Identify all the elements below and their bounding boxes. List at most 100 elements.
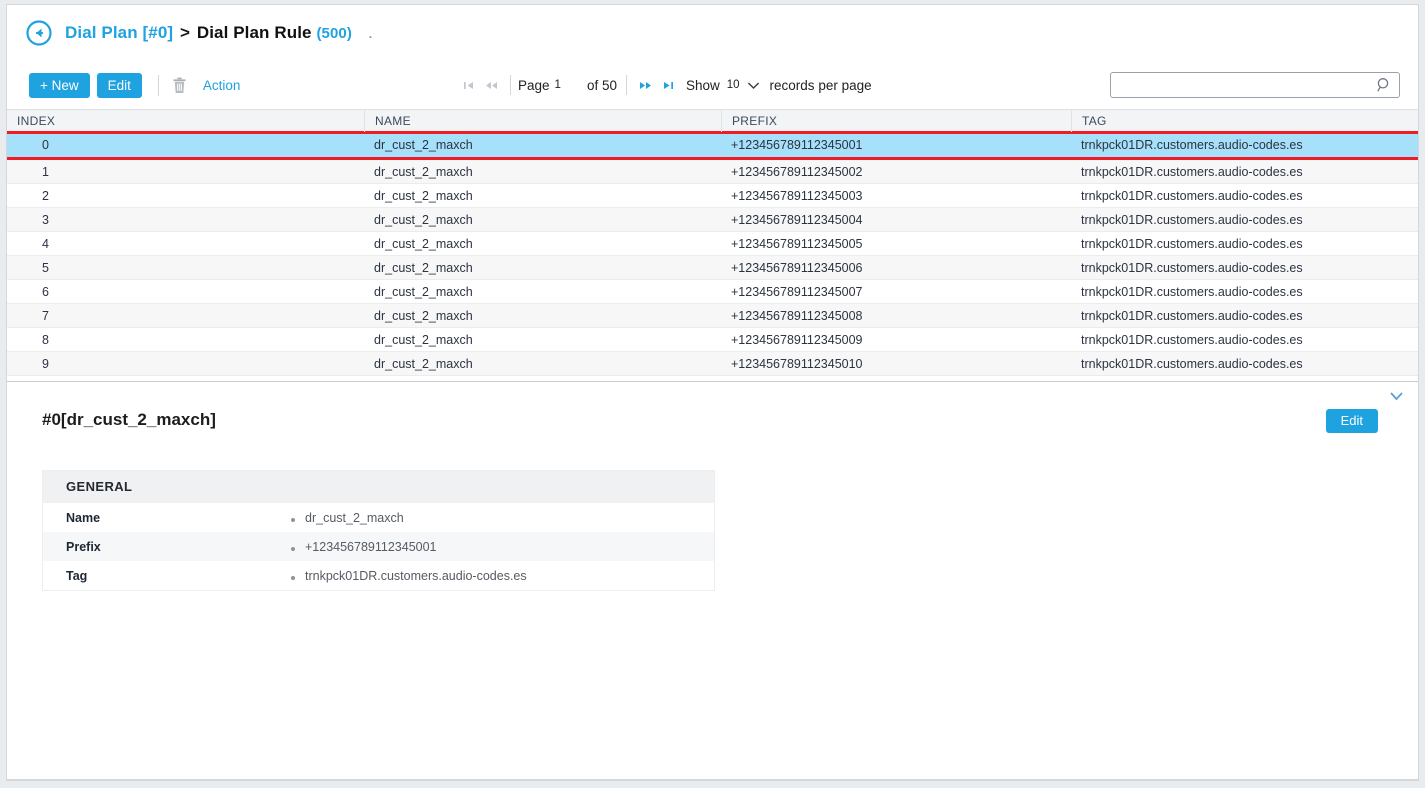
general-field-row: Tag trnkpck01DR.customers.audio-codes.es xyxy=(43,561,714,590)
detail-panel: #0[dr_cust_2_maxch] Edit GENERAL Name dr_… xyxy=(7,382,1418,591)
cell-tag: trnkpck01DR.customers.audio-codes.es xyxy=(1081,138,1303,152)
breadcrumb: Dial Plan [#0] > Dial Plan Rule (500) . xyxy=(7,5,1418,61)
cell-prefix: +123456789112345010 xyxy=(731,356,863,371)
cell-tag: trnkpck01DR.customers.audio-codes.es xyxy=(1081,188,1303,203)
application-panel: Dial Plan [#0] > Dial Plan Rule (500) . … xyxy=(6,4,1419,781)
search-box xyxy=(1110,72,1400,98)
chevron-down-icon[interactable] xyxy=(1389,388,1404,406)
general-field-row: Name dr_cust_2_maxch xyxy=(43,503,714,532)
breadcrumb-separator: > xyxy=(179,23,191,42)
prev-page-icon[interactable] xyxy=(484,80,499,91)
search-icon[interactable] xyxy=(1376,77,1392,98)
cell-index: 0 xyxy=(42,138,49,152)
general-field-value: trnkpck01DR.customers.audio-codes.es xyxy=(291,569,527,583)
cell-prefix: +123456789112345005 xyxy=(731,236,863,251)
last-page-icon[interactable] xyxy=(661,80,674,91)
general-field-label: Tag xyxy=(66,568,88,583)
general-field-value: +123456789112345001 xyxy=(291,540,437,554)
detail-title: #0[dr_cust_2_maxch] xyxy=(42,410,216,429)
general-card: GENERAL Name dr_cust_2_maxch Prefix +123456… xyxy=(42,470,715,591)
cell-tag: trnkpck01DR.customers.audio-codes.es xyxy=(1081,260,1303,275)
cell-tag: trnkpck01DR.customers.audio-codes.es xyxy=(1081,332,1303,347)
column-header-tag[interactable]: TAG xyxy=(1071,109,1418,132)
cell-index: 2 xyxy=(42,188,49,203)
table-header-row: INDEX NAME PREFIX TAG xyxy=(7,109,1418,132)
column-header-index[interactable]: INDEX xyxy=(7,110,364,132)
records-per-page-label: records per page xyxy=(769,77,872,93)
cell-name: dr_cust_2_maxch xyxy=(374,212,473,227)
pager-divider-left xyxy=(510,75,511,95)
cell-index: 1 xyxy=(42,164,49,179)
page-number[interactable]: 1 xyxy=(555,79,561,91)
table-row[interactable]: 5 dr_cust_2_maxch +123456789112345006 trnkp… xyxy=(7,256,1418,280)
new-button[interactable]: + New xyxy=(29,72,90,98)
table-row[interactable]: 6 dr_cust_2_maxch +123456789112345007 trnkp… xyxy=(7,280,1418,304)
table-row[interactable]: 3 dr_cust_2_maxch +123456789112345004 trnkp… xyxy=(7,208,1418,232)
table-row[interactable]: 9 dr_cust_2_maxch +123456789112345010 trnkp… xyxy=(7,352,1418,376)
records-table: INDEX NAME PREFIX TAG 0 dr_cust_2_maxch +1… xyxy=(7,109,1418,376)
cell-prefix: +123456789112345008 xyxy=(731,308,863,323)
table-row[interactable]: 1 dr_cust_2_maxch +123456789112345002 trnkp… xyxy=(7,160,1418,184)
general-card-body: Name dr_cust_2_maxch Prefix +12345678911234… xyxy=(43,503,714,590)
general-field-label: Name xyxy=(66,510,101,525)
cell-index: 9 xyxy=(42,356,49,371)
table-row[interactable]: 7 dr_cust_2_maxch +123456789112345008 trnkp… xyxy=(7,304,1418,328)
general-field-row: Prefix +123456789112345001 xyxy=(43,532,714,561)
cell-name: dr_cust_2_maxch xyxy=(374,260,473,275)
cell-name: dr_cust_2_maxch xyxy=(374,308,473,323)
cell-name: dr_cust_2_maxch xyxy=(374,356,473,371)
cell-index: 7 xyxy=(42,308,49,323)
cell-prefix: +123456789112345004 xyxy=(731,212,863,227)
table-toolbar: + New Edit Action Page 1 of 50 Show 10 r… xyxy=(7,61,1418,109)
general-field-label: Prefix xyxy=(66,539,101,554)
page-size-value[interactable]: 10 xyxy=(727,79,740,91)
table-row[interactable]: 0 dr_cust_2_maxch +123456789112345001 trnkp… xyxy=(7,131,1418,160)
cell-index: 6 xyxy=(42,284,49,299)
pager-divider-right xyxy=(625,75,627,95)
table-row[interactable]: 2 dr_cust_2_maxch +123456789112345003 trnkp… xyxy=(7,184,1418,208)
column-header-prefix[interactable]: PREFIX xyxy=(721,109,1071,132)
cell-prefix: +123456789112345001 xyxy=(731,138,863,152)
search-input[interactable] xyxy=(1110,72,1400,98)
cell-tag: trnkpck01DR.customers.audio-codes.es xyxy=(1081,164,1303,179)
table-row[interactable]: 4 dr_cust_2_maxch +123456789112345005 trnkp… xyxy=(7,232,1418,256)
cell-prefix: +123456789112345002 xyxy=(731,164,863,179)
first-page-icon[interactable] xyxy=(463,80,476,91)
cell-tag: trnkpck01DR.customers.audio-codes.es xyxy=(1081,236,1303,251)
cell-index: 8 xyxy=(42,332,49,347)
chevron-down-icon[interactable] xyxy=(747,81,760,90)
cell-tag: trnkpck01DR.customers.audio-codes.es xyxy=(1081,284,1303,299)
pagination-controls: Page 1 of 50 Show 10 records per page xyxy=(459,61,872,109)
general-card-header: GENERAL xyxy=(43,471,714,503)
edit-button[interactable]: Edit xyxy=(96,72,142,98)
circle-back-arrow-icon[interactable] xyxy=(25,19,53,47)
trash-icon[interactable] xyxy=(172,77,187,94)
cell-prefix: +123456789112345006 xyxy=(731,260,863,275)
cell-prefix: +123456789112345007 xyxy=(731,284,863,299)
breadcrumb-current: Dial Plan Rule xyxy=(196,23,312,42)
detail-edit-button[interactable]: Edit xyxy=(1325,409,1378,433)
breadcrumb-record-count: (500) xyxy=(316,25,352,42)
column-header-name[interactable]: NAME xyxy=(364,109,721,132)
action-link[interactable]: Action xyxy=(203,78,241,93)
cell-index: 3 xyxy=(42,212,49,227)
cell-tag: trnkpck01DR.customers.audio-codes.es xyxy=(1081,308,1303,323)
cell-tag: trnkpck01DR.customers.audio-codes.es xyxy=(1081,356,1303,371)
cell-name: dr_cust_2_maxch xyxy=(374,188,473,203)
toolbar-divider xyxy=(157,74,159,96)
cell-prefix: +123456789112345009 xyxy=(731,332,863,347)
cell-tag: trnkpck01DR.customers.audio-codes.es xyxy=(1081,212,1303,227)
breadcrumb-trailing-dot: . xyxy=(368,27,373,41)
cell-name: dr_cust_2_maxch xyxy=(374,236,473,251)
show-label: Show xyxy=(685,77,720,93)
cell-name: dr_cust_2_maxch xyxy=(374,332,473,347)
general-field-value: dr_cust_2_maxch xyxy=(291,511,404,525)
cell-index: 4 xyxy=(42,236,49,251)
page-total-label: of 50 xyxy=(586,77,617,93)
cell-prefix: +123456789112345003 xyxy=(731,188,863,203)
breadcrumb-parent-link[interactable]: Dial Plan [#0] xyxy=(65,23,173,42)
cell-name: dr_cust_2_maxch xyxy=(374,284,473,299)
next-page-icon[interactable] xyxy=(638,80,653,91)
table-body: 0 dr_cust_2_maxch +123456789112345001 trnkp… xyxy=(7,131,1418,376)
table-row[interactable]: 8 dr_cust_2_maxch +123456789112345009 trnkp… xyxy=(7,328,1418,352)
